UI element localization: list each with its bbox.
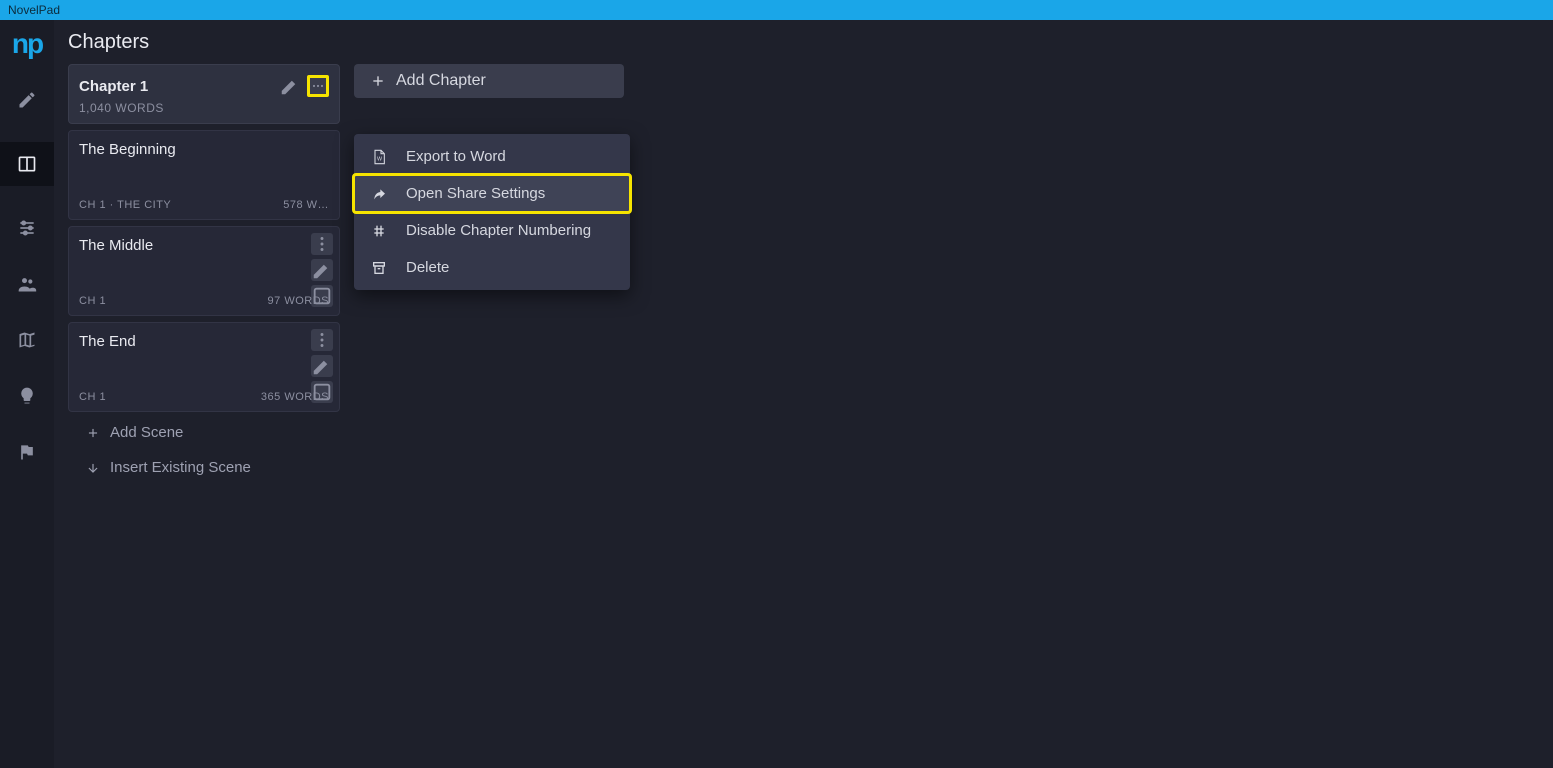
more-vert-icon[interactable] [311, 329, 333, 351]
scene-card[interactable]: The Middle CH 1 97 WORDS [68, 226, 340, 316]
map-icon[interactable] [13, 326, 41, 354]
chapter-more-icon[interactable] [307, 75, 329, 97]
people-icon[interactable] [13, 270, 41, 298]
menu-share-label: Open Share Settings [406, 185, 545, 202]
app-name: NovelPad [8, 3, 60, 17]
menu-open-share[interactable]: Open Share Settings [354, 175, 630, 212]
scene-card[interactable]: The End CH 1 365 WORDS [68, 322, 340, 412]
chapter-wordcount: 1,040 WORDS [69, 101, 339, 123]
menu-delete[interactable]: Delete [354, 249, 630, 286]
nav-rail: np [0, 20, 54, 768]
chapter-title: Chapter 1 [79, 78, 148, 95]
scene-chapter-ref: CH 1 [79, 295, 106, 307]
menu-export-label: Export to Word [406, 148, 506, 165]
share-arrow-icon [370, 186, 388, 202]
flag-icon[interactable] [13, 438, 41, 466]
hash-icon [370, 223, 388, 239]
archive-icon [370, 260, 388, 276]
menu-export-word[interactable]: W Export to Word [354, 138, 630, 175]
add-chapter-label: Add Chapter [396, 72, 486, 90]
scene-wordcount: 97 WORDS [268, 295, 329, 307]
panels-icon[interactable] [0, 142, 54, 186]
menu-delete-label: Delete [406, 259, 449, 276]
scene-chapter-ref: CH 1 · THE CITY [79, 199, 171, 211]
more-vert-icon[interactable] [311, 233, 333, 255]
insert-existing-button[interactable]: Insert Existing Scene [68, 453, 340, 482]
add-scene-button[interactable]: Add Scene [68, 418, 340, 447]
app-logo[interactable]: np [12, 30, 42, 58]
file-word-icon: W [370, 149, 388, 165]
add-scene-label: Add Scene [110, 424, 183, 441]
pen-icon[interactable] [279, 75, 301, 97]
content-area: Chapters Chapter 1 [54, 20, 1553, 768]
svg-text:W: W [377, 156, 383, 162]
scene-wordcount: 365 WORDS [261, 391, 329, 403]
chapter-context-menu: W Export to Word Open Share Settings Dis… [354, 134, 630, 290]
pen-icon[interactable] [311, 355, 333, 377]
menu-disable-label: Disable Chapter Numbering [406, 222, 591, 239]
chapter-card[interactable]: Chapter 1 1,040 WORDS [68, 64, 340, 124]
lightbulb-icon[interactable] [13, 382, 41, 410]
body: Chapter 1 1,040 WORDS [54, 64, 1553, 768]
scene-chapter-ref: CH 1 [79, 391, 106, 403]
add-chapter-button[interactable]: Add Chapter [354, 64, 624, 98]
title-bar: NovelPad [0, 0, 1553, 20]
scene-title: The Beginning [79, 141, 329, 158]
pen-icon[interactable] [311, 259, 333, 281]
insert-existing-label: Insert Existing Scene [110, 459, 251, 476]
scene-title: The Middle [79, 237, 329, 254]
scene-wordcount: 578 W… [283, 199, 329, 211]
app-frame: np Chapters [0, 20, 1553, 768]
sliders-icon[interactable] [13, 214, 41, 242]
write-icon[interactable] [13, 86, 41, 114]
scene-title: The End [79, 333, 329, 350]
menu-disable-numbering[interactable]: Disable Chapter Numbering [354, 212, 630, 249]
chapters-panel: Chapter 1 1,040 WORDS [68, 64, 340, 768]
scene-card[interactable]: The Beginning CH 1 · THE CITY 578 W… [68, 130, 340, 220]
page-title: Chapters [54, 20, 1553, 64]
